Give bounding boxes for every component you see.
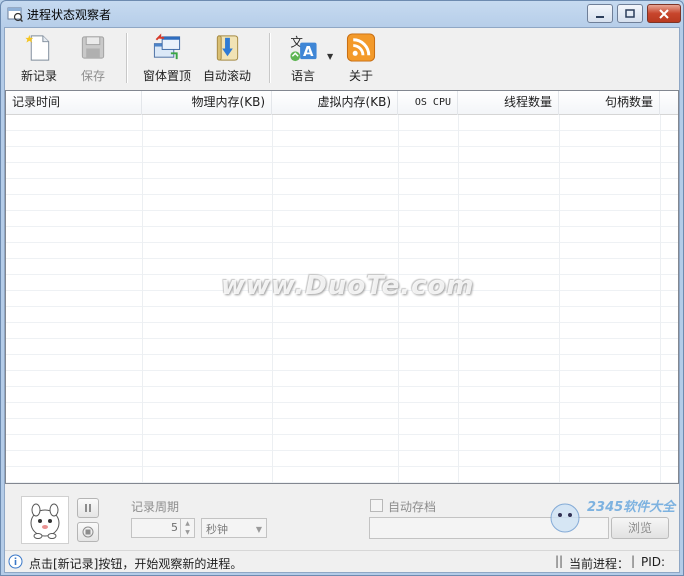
- stop-button[interactable]: [77, 522, 99, 542]
- column-header-virtual-memory[interactable]: 虚拟内存(KB): [272, 91, 398, 115]
- status-bar: 点击[新记录]按钮，开始观察新的进程。 || 当前进程： | PID:: [5, 550, 679, 572]
- auto-scroll-button[interactable]: 自动滚动: [203, 32, 251, 84]
- toolbar-separator: [269, 33, 271, 83]
- column-divider: [142, 115, 143, 483]
- period-unit-value: 秒钟: [206, 523, 228, 536]
- period-unit-select[interactable]: 秒钟 ▼: [201, 518, 267, 538]
- pause-button[interactable]: [77, 498, 99, 518]
- control-panel: 记录周期 5 ▲ ▼ 秒钟 ▼ 自动存档 浏览 2345软件大全: [5, 486, 679, 550]
- close-button[interactable]: [647, 4, 681, 23]
- about-button[interactable]: 关于: [345, 32, 377, 84]
- title-bar[interactable]: 进程状态观察者: [1, 1, 683, 27]
- minimize-button[interactable]: [587, 4, 613, 23]
- maximize-button[interactable]: [617, 4, 643, 23]
- brand-logo-text: 2345软件大全: [587, 499, 677, 515]
- minimize-icon: [596, 15, 604, 18]
- maximize-icon: [625, 8, 635, 18]
- info-icon: [8, 554, 23, 569]
- period-stepper[interactable]: 5 ▲ ▼: [131, 518, 195, 538]
- rss-icon: [346, 33, 376, 62]
- column-divider: [559, 115, 560, 483]
- column-header-handle-count[interactable]: 句柄数量: [559, 91, 660, 115]
- watermark: www.DuoTe.com: [221, 271, 475, 301]
- auto-scroll-label: 自动滚动: [203, 69, 252, 83]
- period-label: 记录周期: [131, 500, 180, 514]
- client-area: 新记录 保存 窗体置顶 自动滚动 文 A 语言 ▼ 关于 记录时间 物理内存(K…: [4, 27, 680, 573]
- autosave-label: 自动存档: [388, 500, 437, 514]
- language-button[interactable]: 文 A 语言: [287, 32, 319, 84]
- status-divider: ||: [555, 554, 564, 568]
- save-label: 保存: [80, 69, 105, 83]
- new-record-label: 新记录: [21, 69, 58, 83]
- pid-label: PID:: [641, 555, 666, 569]
- save-button[interactable]: 保存: [77, 32, 109, 84]
- new-record-button[interactable]: 新记录: [21, 32, 57, 84]
- period-value: 5: [171, 521, 178, 534]
- column-header-os-cpu[interactable]: OS CPU: [398, 91, 458, 115]
- svg-text:A: A: [303, 44, 314, 60]
- language-dropdown-arrow-icon[interactable]: ▼: [327, 52, 333, 61]
- column-header-thread-count[interactable]: 线程数量: [458, 91, 559, 115]
- about-label: 关于: [348, 69, 373, 83]
- current-process-label: 当前进程：: [569, 557, 630, 571]
- topmost-button[interactable]: 窗体置顶: [143, 32, 191, 84]
- window-on-top-icon: [153, 33, 181, 60]
- autosave-checkbox[interactable]: [370, 499, 383, 512]
- translate-icon: 文 A: [290, 35, 317, 62]
- column-header-physical-memory[interactable]: 物理内存(KB): [142, 91, 272, 115]
- brand-logo: 2345软件大全: [550, 499, 677, 533]
- status-message: 点击[新记录]按钮，开始观察新的进程。: [29, 557, 243, 571]
- toolbar-separator: [126, 33, 128, 83]
- topmost-label: 窗体置顶: [143, 69, 192, 83]
- new-document-icon: [25, 34, 50, 61]
- pause-icon: [85, 504, 91, 512]
- column-divider: [660, 115, 661, 483]
- language-label: 语言: [290, 69, 315, 83]
- stop-icon: [82, 526, 94, 538]
- mascot-icon: [30, 503, 60, 539]
- app-window: 进程状态观察者 新记录 保存 窗体置顶 自动滚动 文 A 语言 ▼ 关于 记录时…: [0, 0, 684, 576]
- stepper-arrows-icon[interactable]: ▲ ▼: [180, 519, 194, 537]
- column-header-record-time[interactable]: 记录时间: [6, 91, 142, 115]
- mascot-image: [21, 496, 69, 544]
- app-icon: [7, 7, 23, 22]
- chevron-down-icon: ▼: [255, 525, 262, 534]
- scroll-down-icon: [216, 35, 239, 61]
- close-icon: [659, 8, 669, 19]
- window-title: 进程状态观察者: [27, 8, 112, 22]
- table-header: 记录时间 物理内存(KB) 虚拟内存(KB) OS CPU 线程数量 句柄数量: [6, 91, 678, 115]
- toolbar: 新记录 保存 窗体置顶 自动滚动 文 A 语言 ▼ 关于: [5, 28, 679, 88]
- floppy-disk-icon: [81, 36, 105, 59]
- status-divider: |: [631, 554, 636, 568]
